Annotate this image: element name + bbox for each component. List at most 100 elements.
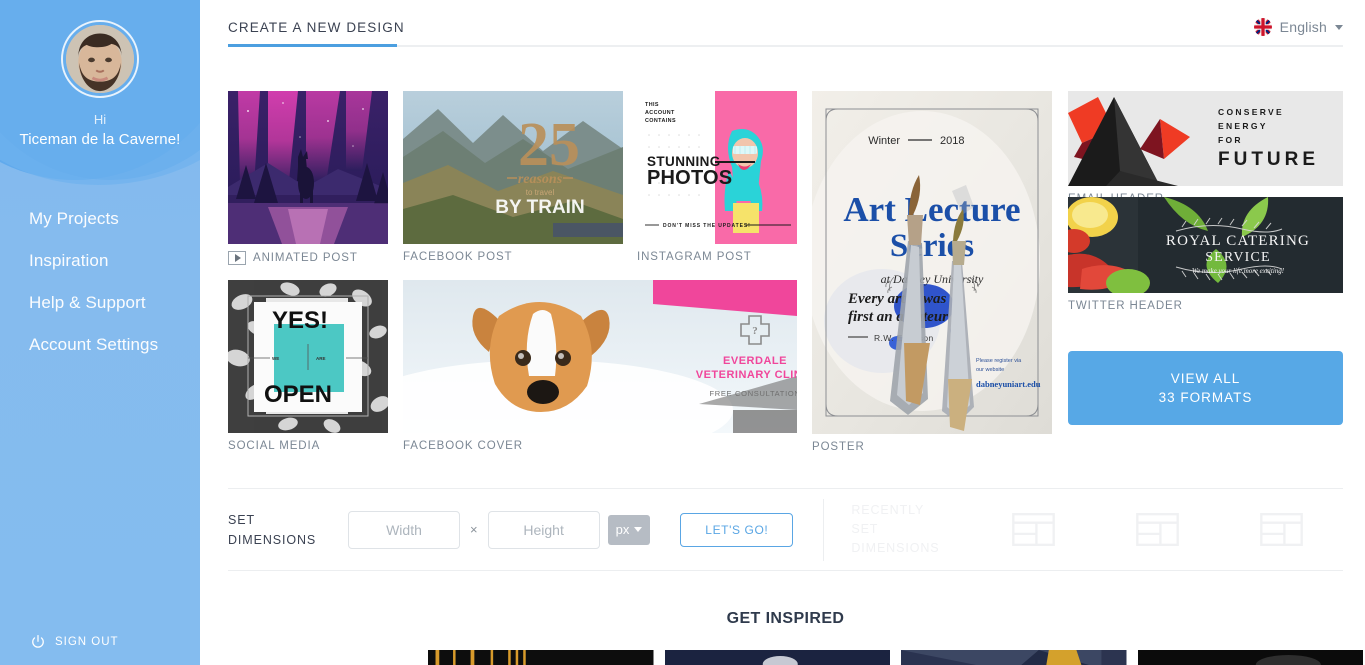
recent-slot-3[interactable]	[1259, 513, 1303, 546]
card-label: ANIMATED POST	[253, 252, 358, 264]
svg-text:VETERINARY CLINIC: VETERINARY CLINIC	[696, 369, 797, 381]
svg-text:ACCOUNT: ACCOUNT	[645, 110, 675, 116]
card-email-header[interactable]: CONSERVE ENERGY FOR FUTURE EMAIL HEADER	[1068, 91, 1343, 205]
app-root: Hi Ticeman de la Caverne! My Projects In…	[0, 0, 1365, 665]
set-dimensions-section: SET DIMENSIONS × px LET'S GO! RECENTLY S…	[228, 488, 1343, 571]
power-icon	[32, 634, 44, 648]
greeting-text: Hi	[93, 112, 107, 127]
card-label: SOCIAL MEDIA	[228, 440, 321, 452]
height-input[interactable]	[487, 510, 600, 549]
poster-artwork: Winter 2018 Art Lecture Series at Dabney…	[812, 91, 1052, 434]
thumb-instagram-post: THIS ACCOUNT CONTAINS STUNNING PHOTOS DO…	[637, 91, 797, 244]
get-inspired-title: GET INSPIRED	[726, 610, 845, 627]
svg-text:?: ?	[752, 325, 758, 337]
set-dimensions-label-line2: DIMENSIONS	[228, 532, 317, 547]
sidebar-nav: My Projects Inspiration Help & Support A…	[0, 198, 200, 366]
avatar[interactable]	[61, 20, 139, 98]
inspired-item-4[interactable]	[1137, 650, 1363, 665]
svg-text:ARE: ARE	[316, 356, 326, 361]
svg-text:ENERGY: ENERGY	[1218, 121, 1268, 131]
card-facebook-cover[interactable]: ? EVERDALE VETERINARY CLINIC FREE CONSUL…	[403, 280, 797, 452]
card-animated-post[interactable]: ANIMATED POST	[228, 91, 388, 265]
sidebar-item-inspiration[interactable]: Inspiration	[0, 240, 200, 282]
svg-text:Winter: Winter	[868, 135, 900, 147]
chevron-down-icon	[634, 527, 643, 532]
svg-text:Please register via: Please register via	[976, 358, 1022, 364]
caption-instagram-post: INSTAGRAM POST	[637, 251, 797, 263]
language-selector[interactable]: English	[1253, 0, 1343, 36]
username-text: Ticeman de la Caverne!	[19, 131, 181, 148]
inspired-item-2[interactable]	[664, 650, 890, 665]
thumb-facebook-cover: ? EVERDALE VETERINARY CLINIC FREE CONSUL…	[403, 280, 797, 433]
set-dimensions-label-line1: SET	[228, 512, 256, 527]
view-all-line1: VIEW ALL	[1170, 371, 1241, 386]
inspired-item-1[interactable]	[428, 650, 654, 665]
facebook-cover-artwork: ? EVERDALE VETERINARY CLINIC FREE CONSUL…	[403, 280, 797, 433]
svg-text:FUTURE: FUTURE	[1218, 149, 1319, 170]
card-label: INSTAGRAM POST	[637, 251, 752, 263]
card-twitter-header[interactable]: ROYAL CATERING SERVICE We make your life…	[1068, 197, 1343, 312]
svg-text:OPEN: OPEN	[264, 381, 332, 408]
svg-text:PHOTOS: PHOTOS	[647, 167, 732, 189]
thumb-twitter-header: ROYAL CATERING SERVICE We make your life…	[1068, 197, 1343, 293]
svg-text:Every artist was: Every artist was	[847, 291, 946, 307]
svg-text:our website: our website	[976, 367, 1004, 373]
vertical-divider	[823, 498, 825, 561]
svg-text:EVERDALE: EVERDALE	[723, 355, 787, 367]
caption-poster: POSTER	[812, 441, 1052, 453]
set-dimensions-label: SET DIMENSIONS	[228, 510, 348, 550]
recent-slot-2[interactable]	[1135, 513, 1179, 546]
facebook-post-artwork: 25 reasons to travel BY TRAIN	[403, 91, 623, 244]
caption-animated-post: ANIMATED POST	[228, 251, 388, 265]
card-poster[interactable]: Winter 2018 Art Lecture Series at Dabney…	[812, 91, 1052, 453]
card-view-all[interactable]: VIEW ALL 33 FORMATS	[1068, 351, 1343, 425]
card-facebook-post[interactable]: 25 reasons to travel BY TRAIN FACEBOOK P…	[403, 91, 623, 263]
email-header-artwork: CONSERVE ENERGY FOR FUTURE	[1068, 91, 1343, 186]
top-bar: CREATE A NEW DESIGN English	[228, 0, 1343, 55]
thumb-social-media: YES! OPEN WE ARE	[228, 280, 388, 433]
sign-out-label: SIGN OUT	[55, 636, 119, 648]
card-instagram-post[interactable]: THIS ACCOUNT CONTAINS STUNNING PHOTOS DO…	[637, 91, 797, 263]
social-media-artwork: YES! OPEN WE ARE	[228, 280, 388, 433]
language-label: English	[1279, 19, 1327, 35]
thumb-facebook-post: 25 reasons to travel BY TRAIN	[403, 91, 623, 244]
thumb-animated-post	[228, 91, 388, 244]
get-inspired-row	[428, 650, 1365, 665]
view-all-line2: 33 FORMATS	[1158, 390, 1253, 405]
svg-text:THIS: THIS	[645, 102, 659, 108]
svg-text:at Dabney University: at Dabney University	[881, 272, 984, 286]
lets-go-button[interactable]: LET'S GO!	[680, 512, 794, 547]
view-all-button[interactable]: VIEW ALL 33 FORMATS	[1068, 351, 1343, 425]
card-social-media[interactable]: YES! OPEN WE ARE SOCIAL MEDIA	[228, 280, 388, 452]
caption-facebook-post: FACEBOOK POST	[403, 251, 623, 263]
main-content: CREATE A NEW DESIGN English ANIMATED POS…	[200, 0, 1365, 665]
svg-text:We make your life more excitin: We make your life more exciting!	[1192, 267, 1285, 275]
tab-active-underline	[228, 44, 397, 47]
unit-label: px	[615, 522, 630, 537]
avatar-photo	[66, 25, 134, 93]
chevron-down-icon	[1335, 24, 1343, 30]
twitter-header-artwork: ROYAL CATERING SERVICE We make your life…	[1068, 197, 1343, 293]
caption-social-media: SOCIAL MEDIA	[228, 440, 388, 452]
sidebar: Hi Ticeman de la Caverne! My Projects In…	[0, 0, 200, 665]
unit-selector[interactable]: px	[607, 514, 651, 545]
inspired-item-3[interactable]	[901, 650, 1127, 665]
recent-slot-1[interactable]	[1011, 513, 1055, 546]
sidebar-item-account-settings[interactable]: Account Settings	[0, 324, 200, 366]
svg-text:YES!: YES!	[272, 307, 328, 334]
sidebar-item-help-support[interactable]: Help & Support	[0, 282, 200, 324]
svg-text:SERVICE: SERVICE	[1205, 250, 1271, 265]
sign-out-button[interactable]: SIGN OUT	[29, 633, 119, 651]
tab-create-new-design[interactable]: CREATE A NEW DESIGN	[228, 0, 405, 35]
svg-text:FREE CONSULTATION: FREE CONSULTATION	[709, 389, 797, 398]
sidebar-item-my-projects[interactable]: My Projects	[0, 198, 200, 240]
width-input[interactable]	[348, 510, 460, 549]
svg-text:to travel: to travel	[526, 188, 555, 197]
format-gallery: ANIMATED POST 25 reasons to travel BY TR…	[228, 85, 1343, 455]
svg-text:DON'T MISS THE UPDATES!: DON'T MISS THE UPDATES!	[663, 223, 751, 229]
thumb-poster: Winter 2018 Art Lecture Series at Dabney…	[812, 91, 1052, 434]
svg-text:Art Lecture: Art Lecture	[843, 190, 1020, 229]
svg-text:FOR: FOR	[1218, 135, 1243, 145]
recent-label-line2: SET	[851, 522, 879, 536]
svg-text:dabneyuniart.edu: dabneyuniart.edu	[976, 379, 1041, 389]
